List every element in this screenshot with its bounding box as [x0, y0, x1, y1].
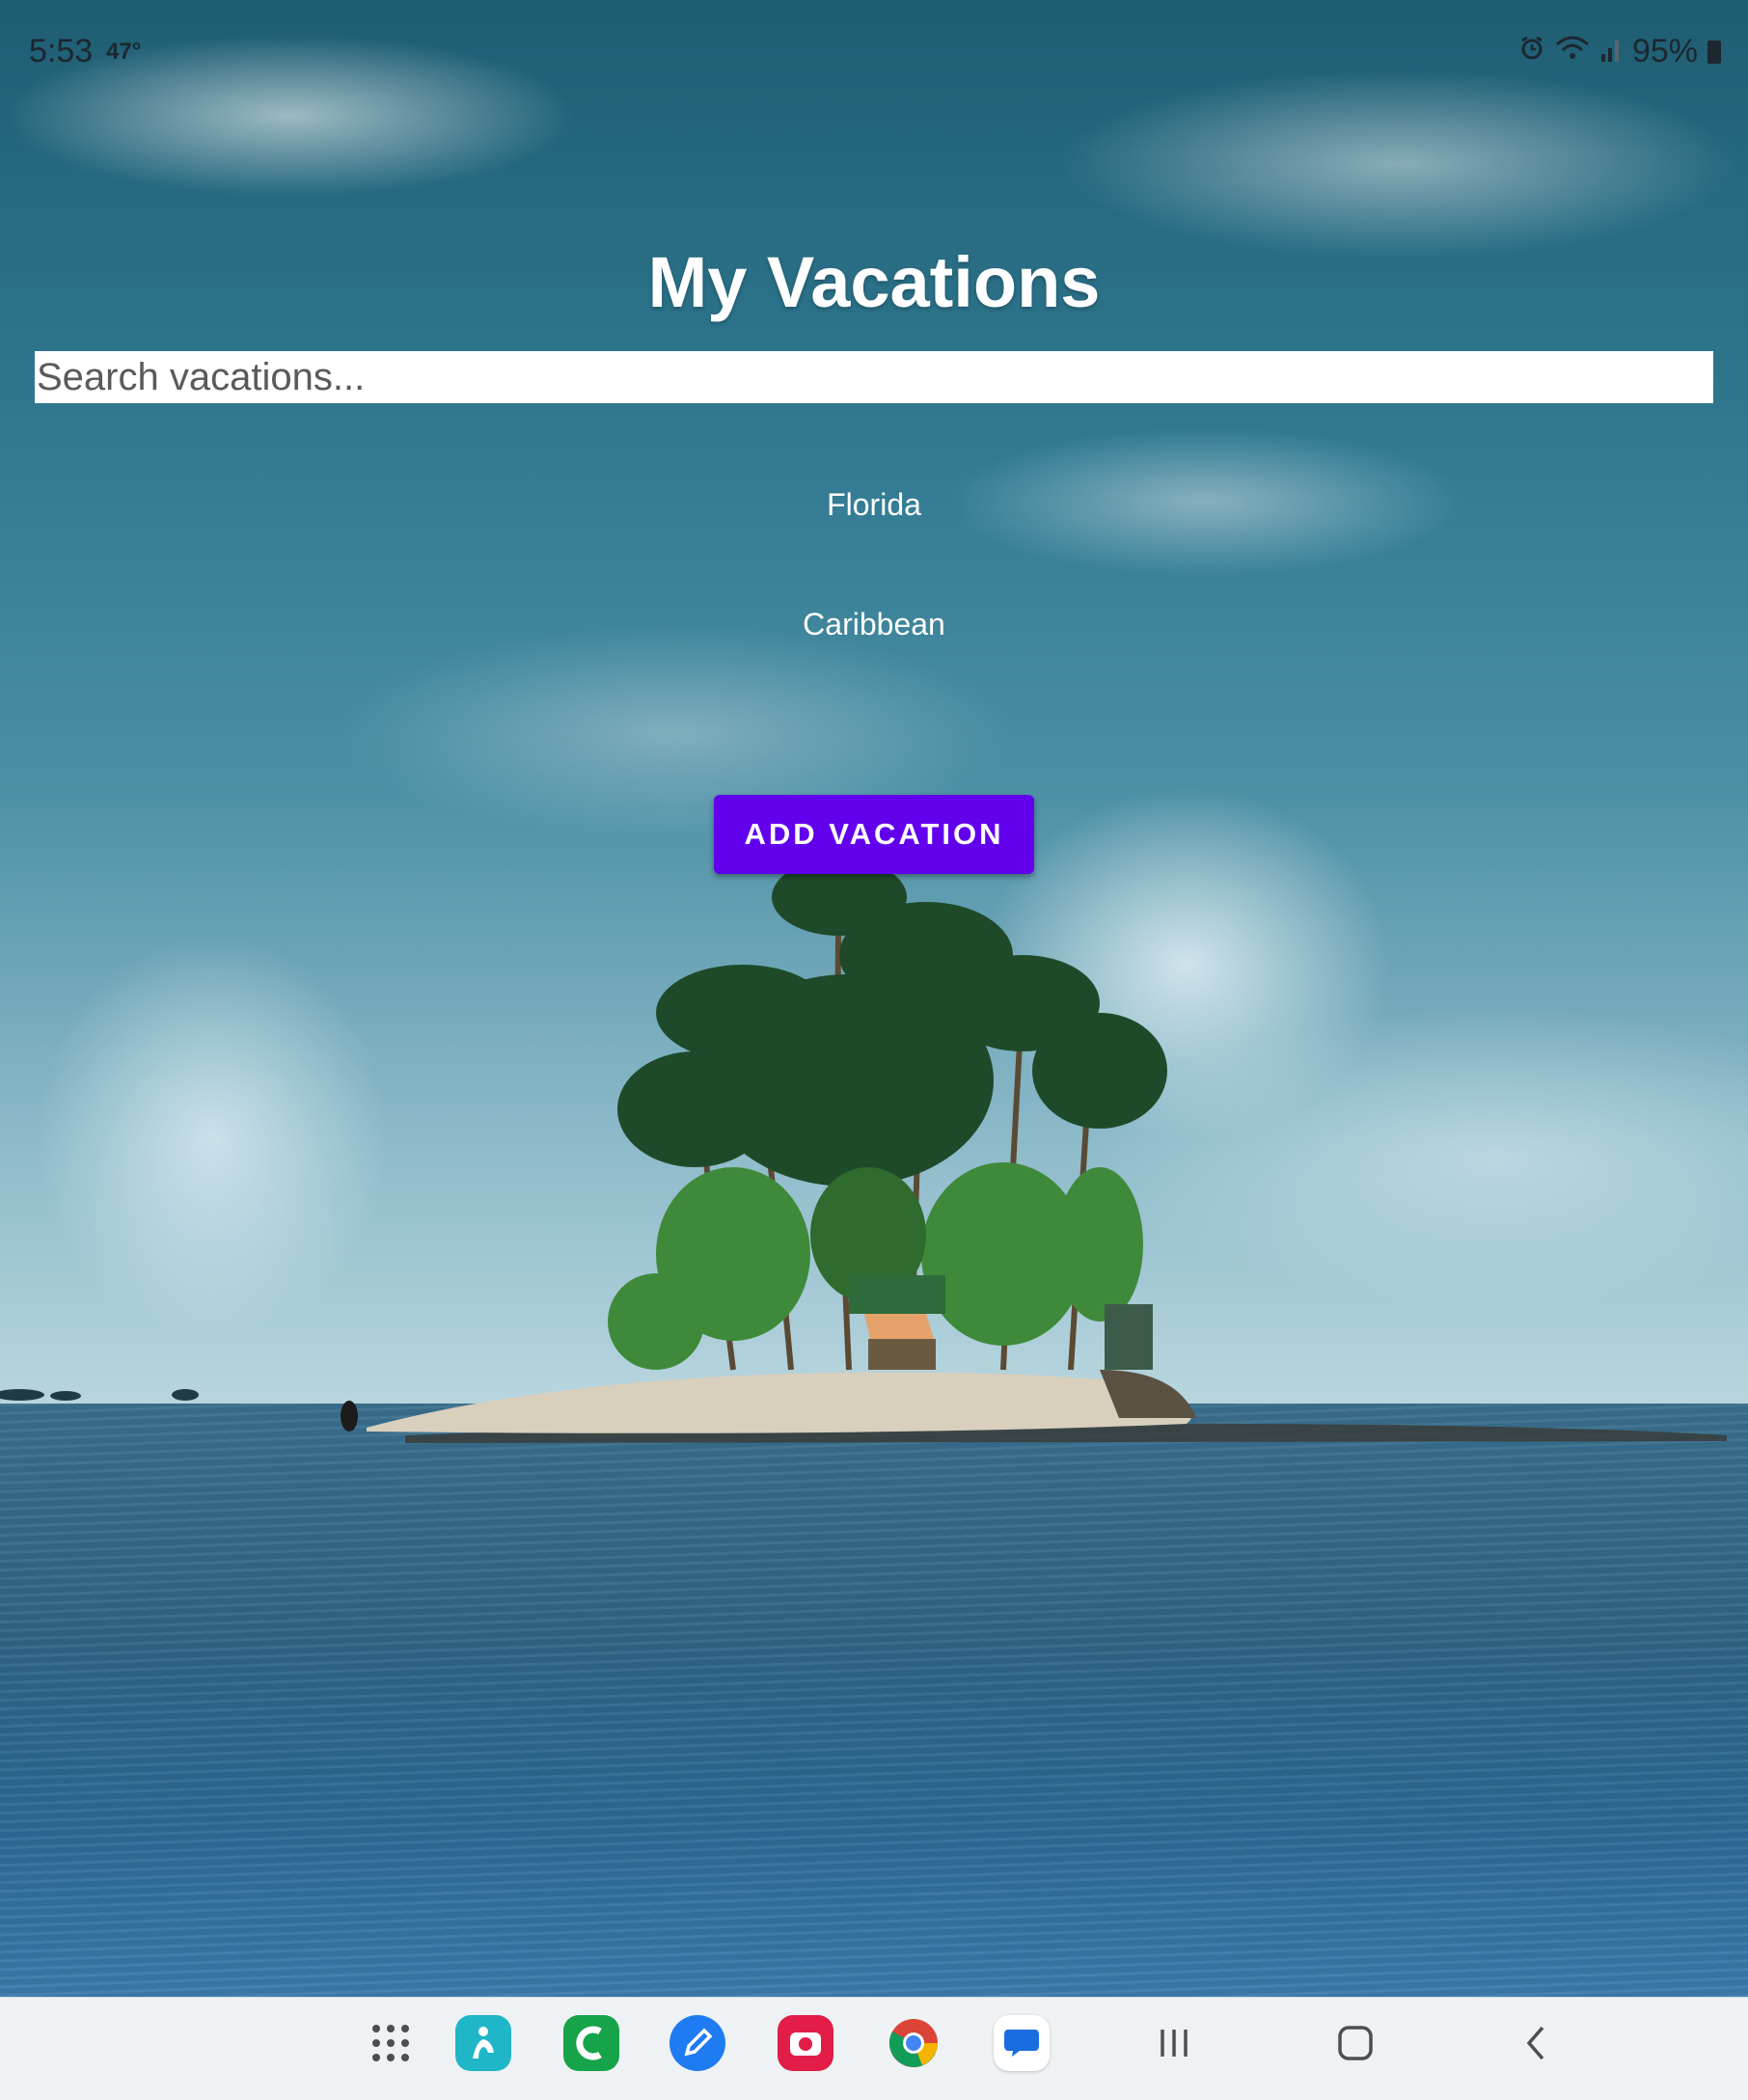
- home-icon[interactable]: [1327, 2015, 1383, 2071]
- bixby-icon[interactable]: [455, 2015, 511, 2071]
- recents-icon[interactable]: [1146, 2015, 1202, 2071]
- back-icon[interactable]: [1509, 2015, 1565, 2071]
- status-icons: 95%: [1518, 33, 1721, 70]
- status-bar: 5:53 47° 95%: [0, 0, 1748, 106]
- search-input[interactable]: [35, 351, 1713, 403]
- battery-icon: [1707, 40, 1721, 64]
- page-title: My Vacations: [647, 242, 1101, 322]
- status-temperature: 47°: [106, 39, 142, 65]
- signal-icon: [1599, 33, 1623, 70]
- taskbar: [0, 1997, 1748, 2100]
- sea-background: [0, 1404, 1748, 1997]
- phone-app-icon[interactable]: [563, 2015, 619, 2071]
- app-drawer-icon[interactable]: [363, 2015, 419, 2071]
- battery-percentage: 95%: [1631, 33, 1698, 69]
- vacation-list: Florida Caribbean: [0, 473, 1748, 712]
- camera-app-icon[interactable]: [778, 2015, 833, 2071]
- vacation-item-caribbean[interactable]: Caribbean: [0, 592, 1748, 712]
- wifi-icon: [1555, 33, 1590, 70]
- messages-icon[interactable]: [994, 2015, 1050, 2071]
- vacation-item-florida[interactable]: Florida: [0, 473, 1748, 592]
- alarm-icon: [1518, 33, 1545, 70]
- notes-pen-icon[interactable]: [669, 2015, 725, 2071]
- status-time: 5:53: [29, 33, 94, 69]
- add-vacation-button[interactable]: ADD VACATION: [714, 795, 1034, 874]
- chrome-icon[interactable]: [886, 2015, 942, 2071]
